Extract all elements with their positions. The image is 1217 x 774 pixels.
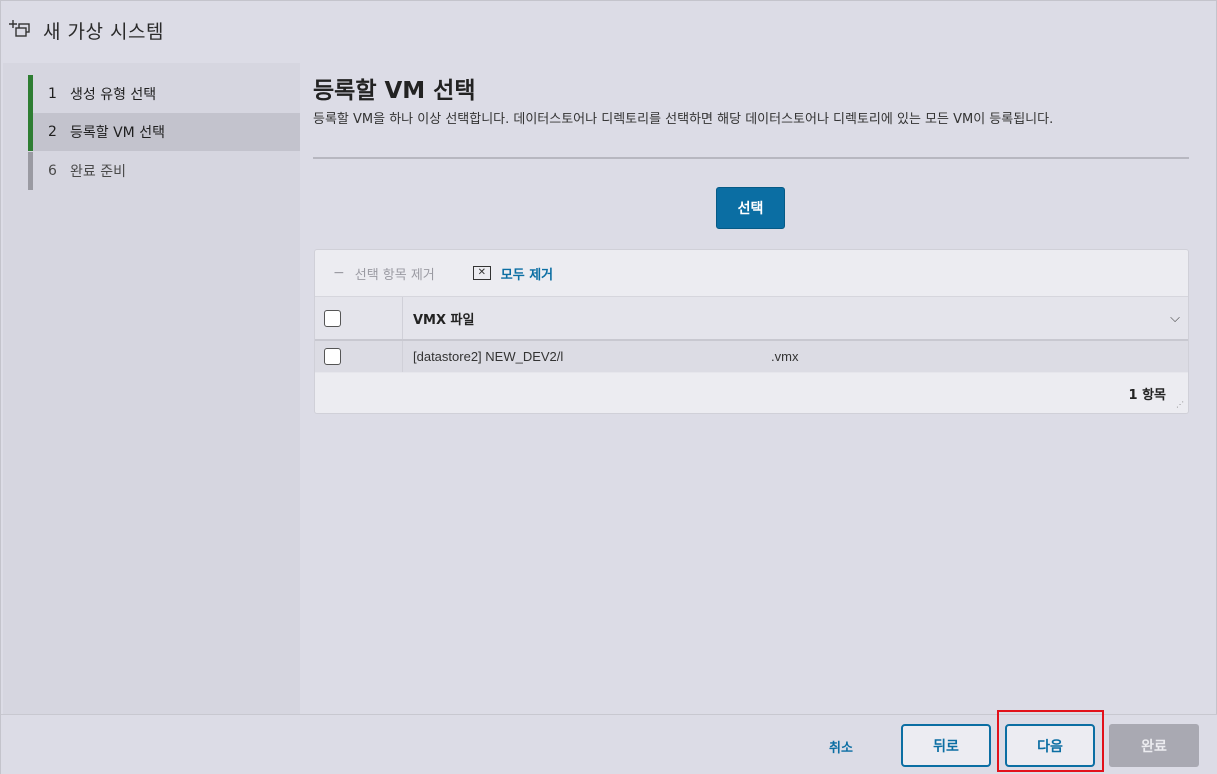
dialog-footer: 취소 뒤로 다음 완료 xyxy=(1,714,1217,774)
step-number: 1 xyxy=(48,86,57,102)
minus-icon: − xyxy=(333,265,345,281)
chevron-down-icon[interactable]: ⌵ xyxy=(1162,311,1188,326)
dialog-titlebar: 새 가상 시스템 xyxy=(1,1,1217,59)
vmx-file-extension: .vmx xyxy=(771,349,799,364)
column-header-vmx-file[interactable]: VMX 파일 xyxy=(403,309,1162,328)
grid-toolbar: − 선택 항목 제거 ✕ 모두 제거 xyxy=(315,250,1188,296)
page-title: 등록할 VM 선택 xyxy=(313,78,476,104)
step-ready-to-complete: 6 완료 준비 xyxy=(28,152,300,190)
remove-all-label: 모두 제거 xyxy=(500,267,554,283)
step-label: 등록할 VM 선택 xyxy=(70,125,165,141)
remove-selected-button[interactable]: − 선택 항목 제거 xyxy=(333,264,435,283)
next-button[interactable]: 다음 xyxy=(1005,724,1095,767)
remove-all-button[interactable]: ✕ 모두 제거 xyxy=(472,264,554,283)
dialog-title: 새 가상 시스템 xyxy=(43,20,164,43)
step-select-vm-to-register[interactable]: 2 등록할 VM 선택 xyxy=(28,113,300,151)
select-vm-button[interactable]: 선택 xyxy=(716,187,785,229)
finish-button: 완료 xyxy=(1109,724,1199,767)
step-current-indicator xyxy=(28,113,33,151)
step-complete-indicator xyxy=(28,75,33,113)
resize-grip-icon[interactable]: ⋰ xyxy=(1176,401,1184,409)
add-vm-icon xyxy=(7,18,35,42)
vmx-file-path: [datastore2] NEW_DEV2/l xyxy=(413,349,564,364)
item-count: 1 항목 xyxy=(1128,388,1167,403)
table-row[interactable]: [datastore2] NEW_DEV2/l .vmx xyxy=(315,341,1188,373)
step-label: 완료 준비 xyxy=(70,164,126,180)
new-vm-dialog: 새 가상 시스템 1 생성 유형 선택 2 등록할 VM 선택 6 완료 준비 … xyxy=(0,0,1217,774)
wizard-steps-sidebar: 1 생성 유형 선택 2 등록할 VM 선택 6 완료 준비 xyxy=(3,63,300,714)
step-select-creation-type[interactable]: 1 생성 유형 선택 xyxy=(28,75,300,113)
select-all-checkbox[interactable] xyxy=(324,309,341,327)
back-button[interactable]: 뒤로 xyxy=(901,724,991,767)
row-checkbox[interactable] xyxy=(324,348,341,365)
remove-selected-label: 선택 항목 제거 xyxy=(354,267,435,283)
grid-header-row: VMX 파일 ⌵ xyxy=(315,296,1188,341)
step-pending-indicator xyxy=(28,152,33,190)
vmx-file-grid: − 선택 항목 제거 ✕ 모두 제거 VMX 파일 ⌵ [datastore2]… xyxy=(314,249,1189,414)
select-all-cell xyxy=(315,297,403,339)
row-check-cell xyxy=(315,341,403,372)
page-description: 등록할 VM을 하나 이상 선택합니다. 데이터스토어나 디렉토리를 선택하면 … xyxy=(313,112,1054,127)
wizard-content: 등록할 VM 선택 등록할 VM을 하나 이상 선택합니다. 데이터스토어나 디… xyxy=(300,59,1216,714)
step-label: 생성 유형 선택 xyxy=(70,87,157,103)
divider xyxy=(313,157,1189,159)
cancel-button[interactable]: 취소 xyxy=(811,731,871,761)
close-box-icon: ✕ xyxy=(472,266,491,280)
step-number: 6 xyxy=(48,163,57,179)
step-number: 2 xyxy=(48,124,57,140)
